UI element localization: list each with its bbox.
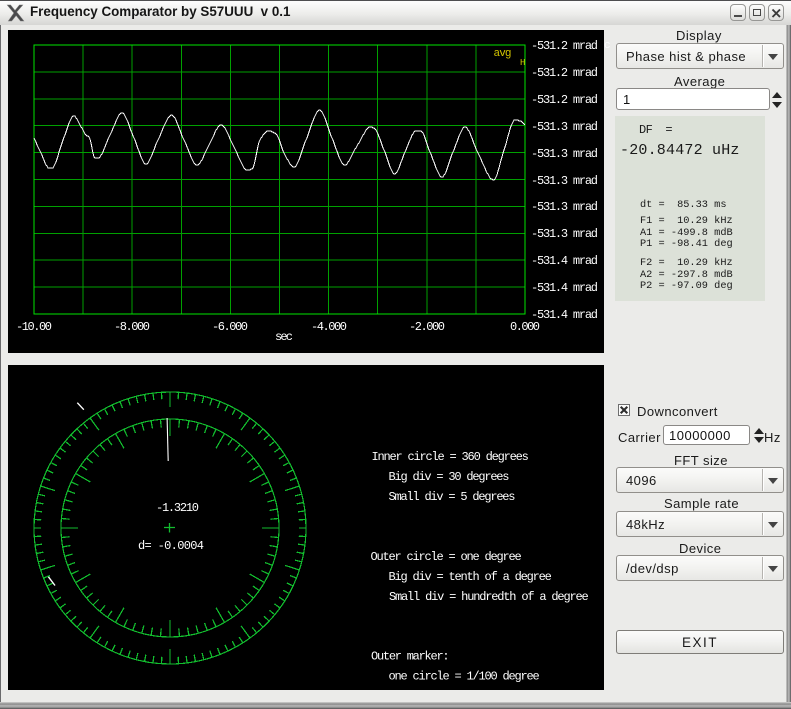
svg-text:-2.000: -2.000 <box>409 320 445 334</box>
svg-text:H: H <box>520 58 525 68</box>
svg-text:Inner circle = 360 degrees: Inner circle = 360 degrees <box>372 450 529 464</box>
svg-text:-6.000: -6.000 <box>212 320 248 334</box>
svg-text:Small div = 5 degrees: Small div = 5 degrees <box>389 490 516 504</box>
svg-text:-531.2 mrad: -531.2 mrad <box>531 39 598 53</box>
svg-text:Outer marker:: Outer marker: <box>371 650 450 664</box>
svg-text:-531.2 mrad: -531.2 mrad <box>531 93 598 107</box>
svg-text:-531.2 mrad: -531.2 mrad <box>531 66 598 80</box>
svg-text:-8.000: -8.000 <box>114 320 150 334</box>
svg-text:sec: sec <box>275 330 293 344</box>
svg-text:0.000: 0.000 <box>510 320 540 334</box>
svg-text:-531.3 mrad: -531.3 mrad <box>531 227 598 241</box>
svg-text:-1.3210: -1.3210 <box>156 501 199 515</box>
svg-text:-531.4 mrad: -531.4 mrad <box>531 254 598 268</box>
svg-text:Outer circle = one degree: Outer circle = one degree <box>371 550 522 564</box>
svg-text:-10.00: -10.00 <box>16 320 52 334</box>
svg-text:Small div = hundredth of a deg: Small div = hundredth of a degree <box>389 590 589 604</box>
svg-text:-531.3 mrad: -531.3 mrad <box>531 174 598 188</box>
svg-text:-531.3 mrad: -531.3 mrad <box>531 120 598 134</box>
svg-text:-531.3 mrad: -531.3 mrad <box>531 147 598 161</box>
svg-text:-531.3 mrad: -531.3 mrad <box>531 200 598 214</box>
svg-text:one circle = 1/100 degree: one circle = 1/100 degree <box>389 670 540 684</box>
svg-text:-531.4 mrad: -531.4 mrad <box>531 281 598 295</box>
svg-text:-531.4 mrad: -531.4 mrad <box>531 308 598 322</box>
svg-text:-4.000: -4.000 <box>311 320 347 334</box>
svg-text:Big div = 30 degrees: Big div = 30 degrees <box>389 470 510 484</box>
svg-text:d= -0.0004: d= -0.0004 <box>138 539 204 553</box>
svg-text:avg: avg <box>494 48 512 60</box>
svg-text:Big div = tenth of a degree: Big div = tenth of a degree <box>389 570 552 584</box>
